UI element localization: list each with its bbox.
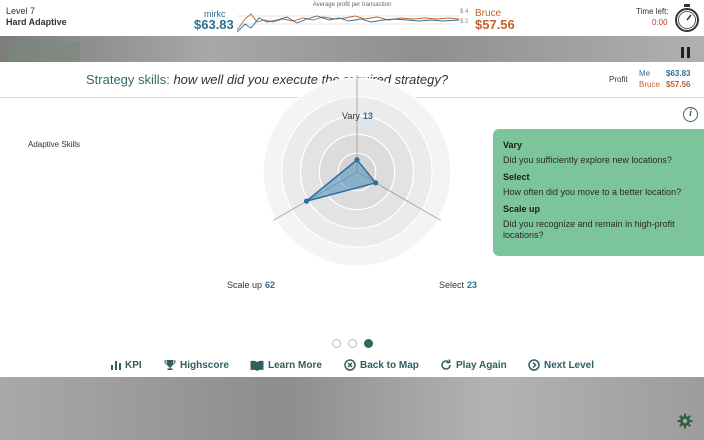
replay-icon <box>441 359 451 370</box>
pause-icon <box>681 47 684 58</box>
top-bar: Level 7 Hard Adaptive mirkc $63.83 Avera… <box>0 0 704 36</box>
radar-chart <box>262 75 452 267</box>
pause-button[interactable] <box>680 47 692 58</box>
book-icon <box>250 360 264 371</box>
level-label: Level 7 <box>6 6 36 16</box>
stopwatch-icon <box>675 4 699 32</box>
radar-point-select <box>373 180 379 186</box>
info-text-scale-up: Did you recognize and remain in high-pro… <box>503 219 675 240</box>
back-to-map-button[interactable]: Back to Map <box>344 356 419 374</box>
mode-label: Hard Adaptive <box>6 17 67 27</box>
axis-label-vary: Vary 13 <box>342 111 373 121</box>
opponent-trend-line <box>237 13 459 31</box>
profit-me-name: Me <box>639 69 651 78</box>
time-left-label: Time left: <box>636 7 669 16</box>
page-dot-1[interactable] <box>332 339 341 348</box>
radar-point-scale-up <box>303 198 310 204</box>
kpi-button[interactable]: KPI <box>111 356 142 374</box>
info-icon[interactable]: i <box>683 107 698 122</box>
trophy-icon <box>164 360 176 370</box>
profit-opponent-name: Bruce <box>639 80 660 89</box>
info-heading-scale-up: Scale up <box>503 204 541 214</box>
next-level-button[interactable]: Next Level <box>528 356 594 374</box>
opponent-profit: $57.56 <box>475 17 515 32</box>
radar-point-vary <box>354 157 360 163</box>
game-board-background-bottom <box>0 377 704 440</box>
trend-lines <box>237 13 459 33</box>
page-dot-3-active[interactable] <box>364 339 373 348</box>
profit-label: Profit <box>609 75 628 84</box>
info-card: Vary Did you sufficiently explore new lo… <box>493 129 704 256</box>
time-left-value: 0:00 <box>652 18 668 27</box>
player-profit: $63.83 <box>194 17 234 32</box>
chart-tick-top: $ 4 <box>460 9 469 15</box>
play-again-button[interactable]: Play Again <box>440 356 507 374</box>
learn-more-button[interactable]: Learn More <box>250 356 322 374</box>
info-heading-select: Select <box>503 172 530 182</box>
chart-title: Average profit per transaction <box>312 2 392 8</box>
page-dot-2[interactable] <box>348 339 357 348</box>
axis-label-scale-up: Scale up 62 <box>227 280 276 290</box>
highscore-button[interactable]: Highscore <box>164 356 229 374</box>
profit-me-value: $63.83 <box>666 69 691 78</box>
bar-chart-icon <box>111 361 121 370</box>
profit-trend-chart: Average profit per transaction <box>237 2 467 34</box>
page-indicator <box>332 339 380 349</box>
chart-tick-bottom: $ 2 <box>460 19 469 25</box>
title-prefix: Strategy skills: <box>86 72 170 87</box>
section-label: Adaptive Skills <box>28 140 81 149</box>
info-heading-vary: Vary <box>503 140 523 150</box>
info-text-select: How often did you move to a better locat… <box>503 187 682 197</box>
board-tile <box>8 42 80 62</box>
axis-label-select: Select 23 <box>439 280 478 290</box>
info-text-vary: Did you sufficiently explore new locatio… <box>503 155 672 165</box>
settings-gear-icon[interactable] <box>677 413 693 429</box>
close-circle-icon <box>344 359 356 371</box>
action-bar: KPI Highscore Learn More Back to Map Pla… <box>0 356 704 376</box>
profit-opponent-value: $57.56 <box>666 80 691 89</box>
level-info: Level 7 Hard Adaptive <box>6 6 67 28</box>
arrow-right-circle-icon <box>528 359 540 371</box>
